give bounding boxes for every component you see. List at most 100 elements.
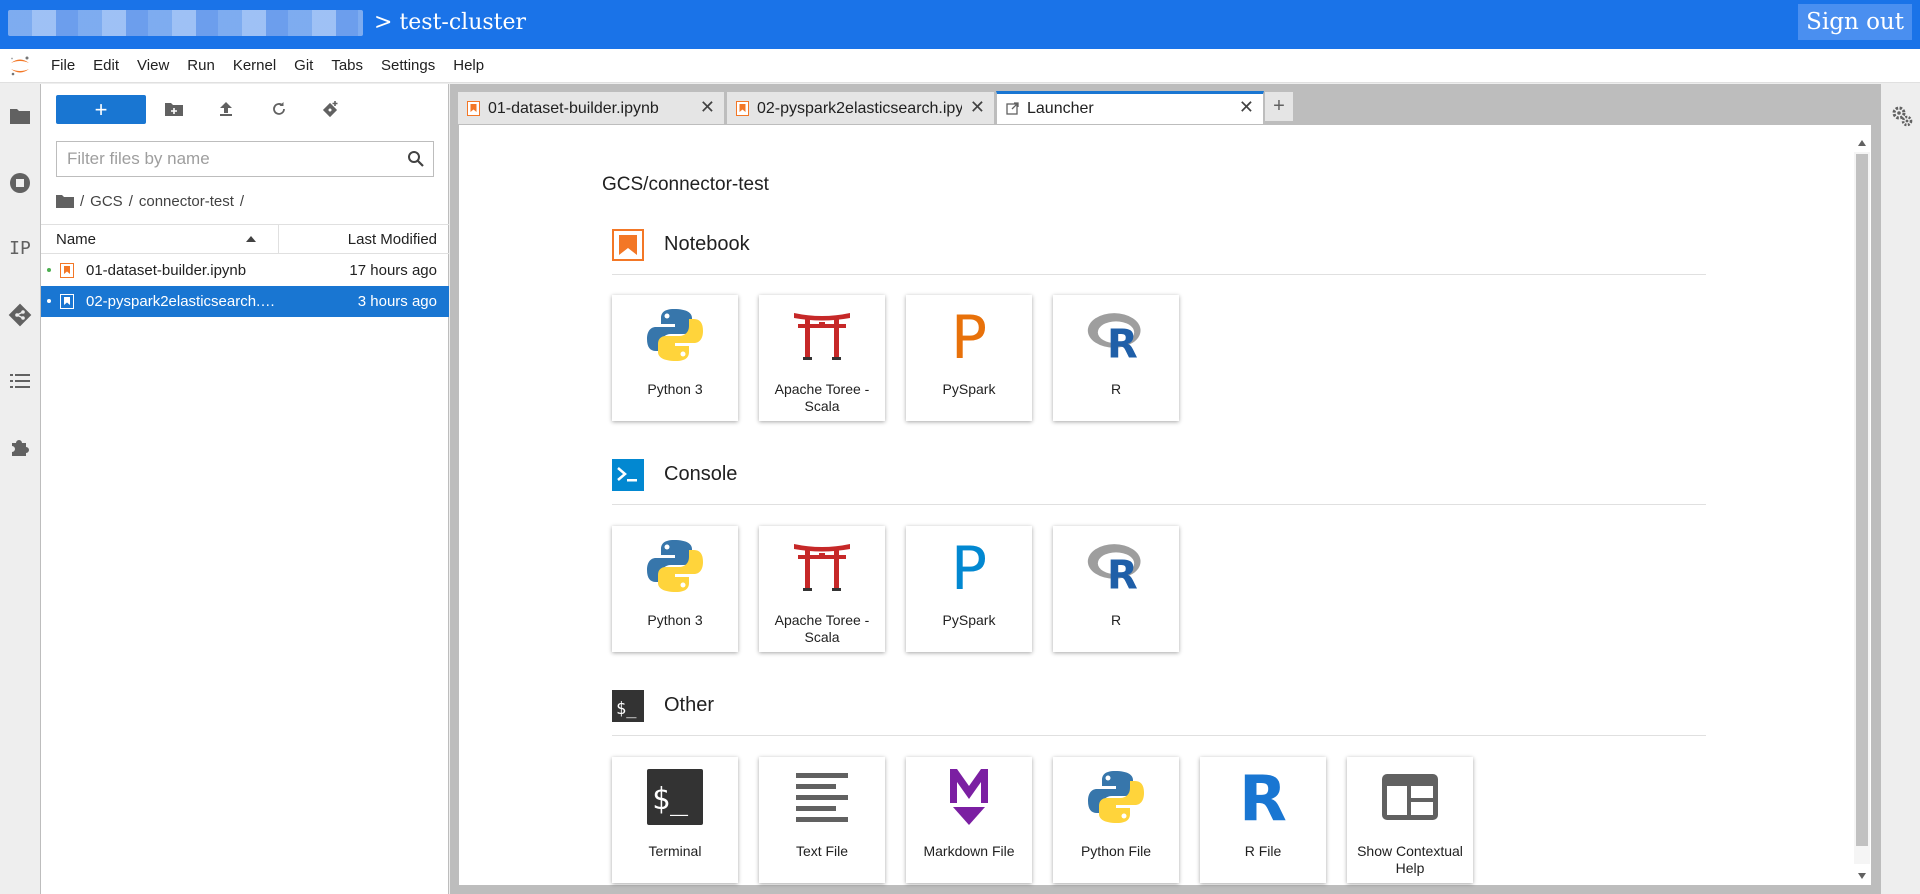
launcher-card-console-toree[interactable]: Apache Toree - Scala — [759, 526, 885, 652]
new-launcher-button[interactable]: + — [56, 95, 146, 124]
refresh-icon — [273, 102, 285, 115]
new-folder-button[interactable] — [163, 98, 185, 120]
notebook-file-icon — [60, 294, 74, 309]
tab-label: 01-dataset-builder.ipynb — [488, 100, 659, 117]
file-filter-input[interactable] — [57, 142, 397, 176]
launcher-card-notebook-toree[interactable]: Apache Toree - Scala — [759, 295, 885, 421]
markdown-icon — [950, 769, 988, 825]
git-tab[interactable] — [0, 295, 40, 335]
tab-pyspark2elasticsearch[interactable]: 02-pyspark2elasticsearch.ipynb ✕ — [726, 91, 995, 124]
launcher-card-contextual-help[interactable]: Show Contextual Help — [1347, 757, 1473, 883]
upload-button[interactable] — [215, 98, 237, 120]
launcher-card-r-file[interactable]: R R File — [1200, 757, 1326, 883]
extension-icon — [12, 440, 29, 456]
section-title: Notebook — [664, 233, 750, 255]
launcher-card-console-r[interactable]: R R — [1053, 526, 1179, 652]
running-sessions-tab[interactable] — [0, 163, 40, 203]
new-folder-icon — [165, 103, 183, 116]
menu-file[interactable]: File — [42, 49, 84, 83]
tab-label: 02-pyspark2elasticsearch.ipynb — [757, 100, 962, 117]
card-label: Python 3 — [647, 612, 703, 628]
tab-launcher[interactable]: Launcher ✕ — [996, 91, 1264, 125]
file-name: 01-dataset-builder.ipynb — [86, 262, 247, 279]
left-activity-bar: IP — [0, 84, 41, 894]
svg-text:R: R — [1107, 553, 1138, 593]
menu-help[interactable]: Help — [444, 49, 493, 83]
sign-out-button[interactable]: Sign out — [1798, 4, 1912, 40]
menu-edit[interactable]: Edit — [84, 49, 128, 83]
launcher-card-terminal[interactable]: $_ Terminal — [612, 757, 738, 883]
card-label: Terminal — [648, 843, 702, 859]
folder-icon[interactable] — [56, 194, 74, 208]
menu-view[interactable]: View — [128, 49, 178, 83]
launcher-card-console-pyspark[interactable]: P PySpark — [906, 526, 1032, 652]
breadcrumb-connector-test[interactable]: connector-test — [139, 193, 234, 210]
menu-git[interactable]: Git — [285, 49, 322, 83]
add-tab-button[interactable]: + — [1264, 91, 1294, 122]
section-divider — [612, 735, 1706, 736]
menu-tabs[interactable]: Tabs — [322, 49, 372, 83]
python-icon — [647, 540, 703, 592]
launcher-card-text-file[interactable]: Text File — [759, 757, 885, 883]
notebook-file-icon — [467, 101, 480, 116]
python-icon — [647, 309, 703, 361]
file-row[interactable]: 01-dataset-builder.ipynb 17 hours ago — [41, 255, 449, 286]
launcher-cwd: GCS/connector-test — [602, 174, 769, 195]
launcher-card-notebook-r[interactable]: R R — [1053, 295, 1179, 421]
property-inspector-tab[interactable]: IP — [0, 228, 40, 268]
cluster-breadcrumb: > test-cluster — [374, 10, 527, 35]
r-file-icon: R — [1239, 768, 1287, 826]
r-logo-icon: R — [1087, 313, 1141, 362]
section-title: Other — [664, 694, 715, 716]
launcher-card-notebook-pyspark[interactable]: P PySpark — [906, 295, 1032, 421]
file-row[interactable]: 02-pyspark2elasticsearch.ipynb 3 hours a… — [41, 286, 449, 317]
folder-icon — [10, 109, 30, 124]
breadcrumb-gcs[interactable]: GCS — [90, 193, 123, 210]
launcher-card-notebook-python3[interactable]: Python 3 — [612, 295, 738, 421]
extension-manager-tab[interactable] — [0, 427, 40, 467]
refresh-button[interactable] — [268, 98, 290, 120]
close-icon[interactable]: ✕ — [970, 97, 985, 118]
table-of-contents-tab[interactable] — [0, 361, 40, 401]
breadcrumb-separator: / — [80, 192, 85, 210]
git-clone-button[interactable] — [320, 98, 342, 120]
notebook-icon — [612, 229, 644, 261]
column-header-last-modified[interactable]: Last Modified — [348, 231, 437, 248]
menu-settings[interactable]: Settings — [372, 49, 444, 83]
right-activity-bar — [1880, 84, 1920, 894]
launcher-card-markdown-file[interactable]: Markdown File — [906, 757, 1032, 883]
launcher-card-console-python3[interactable]: Python 3 — [612, 526, 738, 652]
notebook-file-icon — [736, 101, 749, 116]
file-browser-tab[interactable] — [0, 96, 40, 136]
card-label: R — [1110, 612, 1122, 628]
breadcrumb: / GCS / connector-test / — [56, 189, 244, 213]
torii-gate-icon — [794, 313, 850, 360]
launcher-icon — [1006, 102, 1019, 115]
launcher-card-python-file[interactable]: Python File — [1053, 757, 1179, 883]
r-logo-icon: R — [1087, 544, 1141, 593]
sort-ascending-icon — [246, 236, 256, 242]
close-icon[interactable]: ✕ — [1239, 97, 1254, 118]
git-icon — [8, 303, 32, 327]
scroll-thumb[interactable] — [1856, 154, 1868, 846]
git-clone-icon — [322, 101, 338, 118]
scroll-down-icon[interactable] — [1858, 873, 1866, 879]
contextual-help-icon — [1382, 774, 1438, 820]
property-inspector-gear-icon[interactable] — [1890, 104, 1914, 128]
tab-dataset-builder[interactable]: 01-dataset-builder.ipynb ✕ — [457, 91, 725, 124]
file-name: 02-pyspark2elasticsearch.ipynb — [86, 293, 276, 310]
card-label: PySpark — [942, 612, 996, 628]
close-icon[interactable]: ✕ — [700, 97, 715, 118]
menu-kernel[interactable]: Kernel — [224, 49, 285, 83]
menu-run[interactable]: Run — [178, 49, 224, 83]
menu-bar: File Edit View Run Kernel Git Tabs Setti… — [0, 49, 1920, 83]
launcher-scrollbar[interactable] — [1854, 136, 1870, 884]
running-indicator — [47, 268, 51, 272]
pyspark-p-icon: P — [951, 306, 987, 364]
svg-text:R: R — [1239, 768, 1287, 826]
scroll-up-icon[interactable] — [1858, 140, 1866, 146]
card-label: PySpark — [942, 381, 996, 397]
svg-text:P: P — [951, 537, 987, 595]
column-header-name[interactable]: Name — [56, 231, 96, 248]
file-filter-box — [56, 141, 434, 177]
